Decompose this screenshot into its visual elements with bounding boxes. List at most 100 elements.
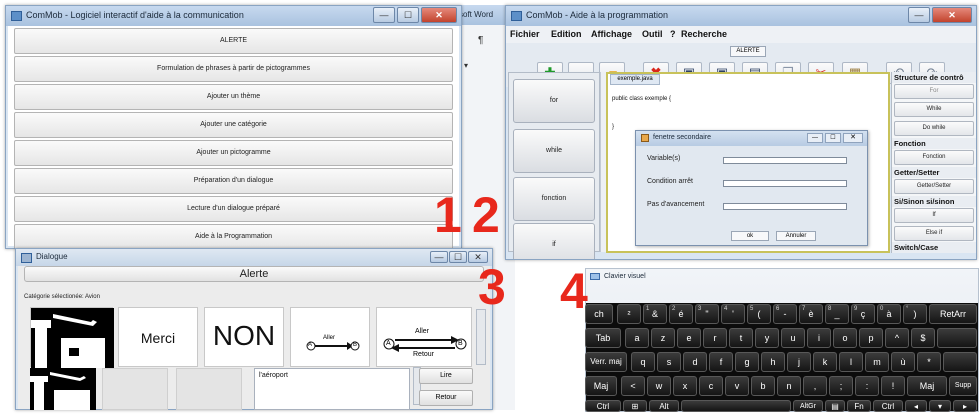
key-row3[interactable]: j [787, 352, 811, 372]
key-row2[interactable]: i [807, 328, 831, 348]
key-row1[interactable]: 6- [773, 304, 797, 324]
rp-getter-setter-button[interactable]: Getter/Setter [894, 179, 974, 194]
picto-aller[interactable]: Aller A B [290, 307, 370, 367]
variable-field[interactable] [723, 157, 847, 164]
key-row1[interactable]: 9ç [851, 304, 875, 324]
maximize-button[interactable]: ☐ [397, 7, 419, 23]
key-windows[interactable]: ⊞ [623, 400, 647, 412]
rp-fonction-button[interactable]: Fonction [894, 150, 974, 165]
close-button[interactable]: ✕ [932, 7, 972, 23]
fonction-button[interactable]: fonction [513, 177, 595, 221]
minimize-button[interactable]: — [373, 7, 395, 23]
key-row4[interactable]: ! [881, 376, 905, 396]
key-ctrl-left[interactable]: Ctrl [585, 400, 621, 412]
add-theme-button[interactable]: Ajouter un thème [14, 84, 453, 110]
key-row3[interactable]: m [865, 352, 889, 372]
add-pictogram-button[interactable]: Ajouter un pictogramme [14, 140, 453, 166]
key-row1[interactable]: 5( [747, 304, 771, 324]
minimize-button[interactable]: — [908, 7, 930, 23]
key-row1[interactable]: 8 _ [825, 304, 849, 324]
key-row2[interactable]: y [755, 328, 779, 348]
key-enter[interactable] [937, 328, 977, 348]
key-arrow-right[interactable]: ▸ [953, 400, 977, 412]
programming-help-button[interactable]: Aide à la Programmation [14, 224, 453, 248]
step-field[interactable] [723, 203, 847, 210]
key-row2[interactable]: t [729, 328, 753, 348]
key-row2[interactable]: u [781, 328, 805, 348]
key-row3[interactable]: ù [891, 352, 915, 372]
menu-outil[interactable]: Outil [642, 29, 663, 39]
key-row3[interactable]: h [761, 352, 785, 372]
key-tab[interactable]: Tab [585, 328, 621, 348]
rp-for-button[interactable]: For [894, 84, 974, 99]
key-row3[interactable]: l [839, 352, 863, 372]
menu-affichage[interactable]: Affichage [591, 29, 632, 39]
dialog-minimize-button[interactable]: — [807, 133, 823, 143]
key-row1[interactable]: 3 " [695, 304, 719, 324]
minimize-button[interactable]: — [430, 251, 448, 263]
key-row2[interactable]: a [625, 328, 649, 348]
dialog-maximize-button[interactable]: ☐ [825, 133, 841, 143]
rp-elseif-button[interactable]: Else if [894, 226, 974, 241]
key-alt[interactable]: Alt [649, 400, 679, 412]
read-button[interactable]: Lire [419, 368, 473, 384]
key-row4[interactable]: c [699, 376, 723, 396]
menu-edition[interactable]: Edition [551, 29, 582, 39]
key-row4[interactable]: ; [829, 376, 853, 396]
cancel-button[interactable]: Annuler [776, 231, 816, 241]
key-enter-lower[interactable] [943, 352, 977, 372]
key-row4[interactable]: w [647, 376, 671, 396]
menu-fichier[interactable]: Fichier [510, 29, 540, 39]
alert-bar-button[interactable]: Alerte [24, 266, 484, 282]
key-menu[interactable]: ▤ [825, 400, 845, 412]
key-shift-left[interactable]: Maj [585, 376, 617, 396]
picto-non[interactable]: NON [204, 307, 284, 367]
dialog-close-button[interactable]: ✕ [843, 133, 863, 143]
key-row2[interactable]: o [833, 328, 857, 348]
key-ctrl-right[interactable]: Ctrl [873, 400, 903, 412]
key-row3[interactable]: * [917, 352, 941, 372]
add-category-button[interactable]: Ajouter une catégorie [14, 112, 453, 138]
key-row3[interactable]: s [657, 352, 681, 372]
maximize-button[interactable]: ☐ [449, 251, 467, 263]
key-row3[interactable]: f [709, 352, 733, 372]
alerte-button[interactable]: ALERTE [14, 28, 453, 54]
rp-if-button[interactable]: If [894, 208, 974, 223]
key-backspace[interactable]: RetArr [929, 304, 977, 324]
picto-merci[interactable]: Merci [118, 307, 198, 367]
key-row4[interactable]: , [803, 376, 827, 396]
sentence-slot-empty[interactable] [176, 368, 242, 410]
for-button[interactable]: for [513, 79, 595, 123]
prepare-dialogue-button[interactable]: Préparation d'un dialogue [14, 168, 453, 194]
phrase-formulation-button[interactable]: Formulation de phrases à partir de picto… [14, 56, 453, 82]
rp-while-button[interactable]: While [894, 102, 974, 117]
key-caps-lock[interactable]: Verr. maj [585, 352, 627, 372]
key-space[interactable] [681, 400, 791, 412]
key-row3[interactable]: q [631, 352, 655, 372]
key-row4[interactable]: < [621, 376, 645, 396]
key-row4[interactable]: n [777, 376, 801, 396]
key-arrow-down[interactable]: ▾ [929, 400, 951, 412]
stop-condition-field[interactable] [723, 180, 847, 187]
picto-scrollbar[interactable] [476, 309, 486, 365]
picto-airport[interactable] [30, 307, 114, 368]
key-row4[interactable]: x [673, 376, 697, 396]
sentence-picto-airport[interactable] [30, 368, 96, 410]
key-row3[interactable]: d [683, 352, 707, 372]
key-arrow-left[interactable]: ◂ [905, 400, 927, 412]
key-row1[interactable]: 7è [799, 304, 823, 324]
key-row1[interactable]: 2é [669, 304, 693, 324]
key-row2[interactable]: r [703, 328, 727, 348]
key-row1[interactable]: 0à [877, 304, 901, 324]
key-row1[interactable]: 1 & [643, 304, 667, 324]
ok-button[interactable]: ok [731, 231, 769, 241]
key-row1[interactable]: ² [617, 304, 641, 324]
key-altgr[interactable]: AltGr [793, 400, 823, 412]
alerte-small-button[interactable]: ALERTE [730, 46, 766, 57]
menu-recherche[interactable]: Recherche [681, 29, 727, 39]
key-shift-right[interactable]: Maj [907, 376, 947, 396]
if-button[interactable]: if [513, 223, 595, 259]
key-row2[interactable]: z [651, 328, 675, 348]
key-delete[interactable]: Supp [949, 376, 977, 396]
key-row3[interactable]: g [735, 352, 759, 372]
